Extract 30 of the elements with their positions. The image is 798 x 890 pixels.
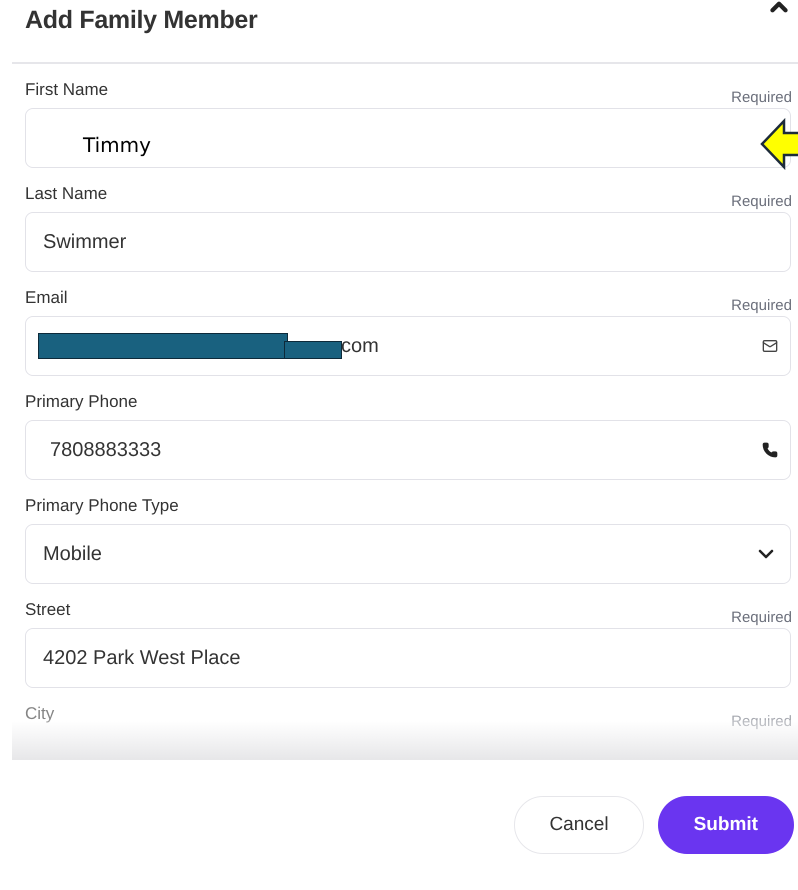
required-note: Required	[731, 713, 792, 730]
field-value: com	[341, 334, 380, 358]
field-label: Street	[25, 600, 70, 620]
dialog-title: Add Family Member	[25, 6, 258, 35]
select-field[interactable]: Mobile	[25, 524, 791, 584]
input-field[interactable]: Swimmer	[25, 212, 791, 272]
required-note: Required	[731, 193, 792, 210]
required-note: Required	[731, 297, 792, 314]
field-label: Primary Phone Type	[25, 496, 179, 516]
field-value: Timmy	[83, 133, 151, 157]
field-value: Swimmer	[43, 230, 128, 254]
submit-button[interactable]: Submit	[658, 796, 794, 854]
arrow-icon	[760, 118, 798, 170]
required-note: Required	[731, 609, 792, 626]
field-value: 4202 Park West Place	[43, 646, 242, 670]
field-label: City	[25, 704, 54, 724]
field-value: Mobile	[43, 542, 103, 566]
field-label: Primary Phone	[25, 392, 138, 412]
field-label: Email	[25, 288, 68, 308]
field-label: First Name	[25, 80, 108, 100]
input-field[interactable]: 7808883333	[25, 420, 791, 480]
field-label: Last Name	[25, 184, 108, 204]
required-note: Required	[731, 89, 792, 106]
input-field[interactable]: 4202 Park West Place	[25, 628, 791, 688]
cancel-button[interactable]: Cancel	[514, 796, 644, 854]
input-field[interactable]: Timmy	[25, 108, 791, 168]
field-value: 7808883333	[50, 438, 162, 462]
input-field[interactable]: com	[25, 316, 791, 376]
phone-icon	[762, 442, 778, 458]
mail-icon	[762, 338, 778, 354]
